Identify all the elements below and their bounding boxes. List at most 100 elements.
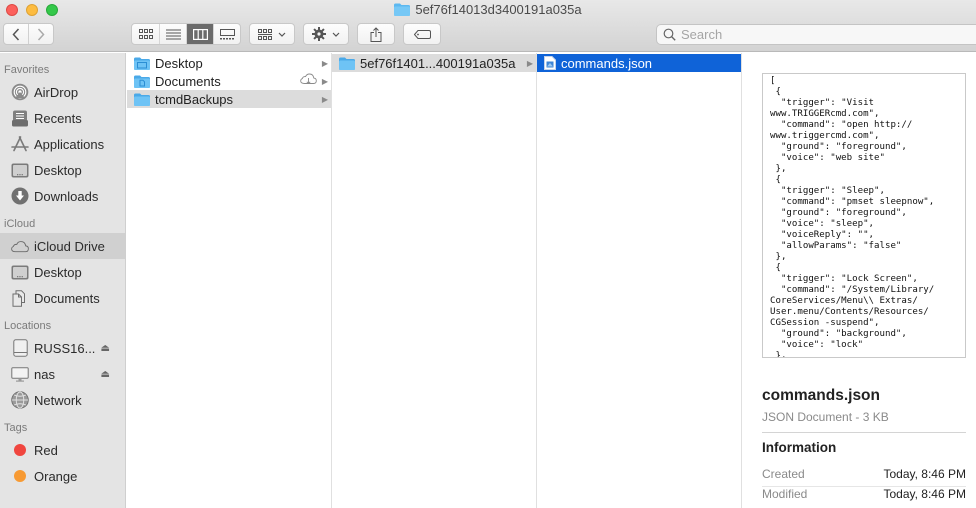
column-view-button[interactable] xyxy=(186,24,213,44)
monitor-icon xyxy=(11,366,29,382)
sidebar-item-tag-orange[interactable]: Orange xyxy=(0,463,125,489)
desktop-icon xyxy=(11,265,29,279)
disk-icon xyxy=(12,339,28,357)
recents-icon xyxy=(12,110,28,126)
eject-icon[interactable]: ⏏ xyxy=(101,343,110,354)
sidebar-item-icloud-drive[interactable]: iCloud Drive xyxy=(0,233,125,259)
browser-column-2: 5ef76f1401...400191a035a ▶ xyxy=(332,53,537,508)
chevron-left-icon xyxy=(12,27,20,41)
documents-folder-icon xyxy=(134,75,150,88)
disclosure-arrow-icon: ▶ xyxy=(321,58,328,68)
item-label: tcmdBackups xyxy=(155,91,234,107)
folder-icon xyxy=(394,3,411,16)
sidebar-item-desktop[interactable]: Desktop xyxy=(0,157,125,183)
information-heading: Information xyxy=(762,440,837,455)
share-icon xyxy=(370,26,382,42)
sidebar-section-icloud: iCloud xyxy=(4,218,36,230)
sidebar-item-recents[interactable]: Recents xyxy=(0,105,125,131)
info-key: Modified xyxy=(762,487,808,501)
column-item-commands-json[interactable]: commands.json xyxy=(537,54,741,72)
sidebar-item-label: AirDrop xyxy=(34,84,79,100)
documents-icon xyxy=(12,289,25,307)
sidebar-item-applications[interactable]: Applications xyxy=(0,131,125,157)
disclosure-arrow-icon: ▶ xyxy=(526,58,533,68)
item-label: Documents xyxy=(155,73,221,89)
cloud-icon xyxy=(11,240,29,252)
search-field[interactable] xyxy=(656,24,976,45)
group-by-button[interactable] xyxy=(249,23,295,45)
tag-icon xyxy=(413,29,431,39)
folder-icon xyxy=(339,57,355,70)
search-icon xyxy=(663,28,676,41)
sidebar-section-tags: Tags xyxy=(4,422,28,434)
preview-pane: [ { "trigger": "Visit www.TRIGGERcmd.com… xyxy=(742,53,976,508)
sidebar: Favorites AirDrop Recents Applications D… xyxy=(0,53,126,508)
file-preview-thumbnail[interactable]: [ { "trigger": "Visit www.TRIGGERcmd.com… xyxy=(762,73,966,358)
sidebar-item-label: iCloud Drive xyxy=(34,238,105,254)
window-title: 5ef76f14013d3400191a035a xyxy=(0,2,976,17)
disclosure-arrow-icon: ▶ xyxy=(321,94,328,104)
sidebar-item-downloads[interactable]: Downloads xyxy=(0,183,125,209)
chevron-down-icon xyxy=(332,32,340,37)
folder-icon xyxy=(134,93,150,106)
info-row-created: Created Today, 8:46 PM xyxy=(762,467,966,487)
sidebar-item-airdrop[interactable]: AirDrop xyxy=(0,79,125,105)
list-view-button[interactable] xyxy=(159,24,186,44)
browser-column-3: commands.json xyxy=(537,53,742,508)
forward-button[interactable] xyxy=(28,24,53,44)
column-item-documents[interactable]: Documents ▶ xyxy=(127,72,331,90)
info-value: Today, 8:46 PM xyxy=(883,487,967,501)
column-view-icon xyxy=(192,28,208,40)
item-label: commands.json xyxy=(561,55,653,71)
applications-icon xyxy=(11,136,29,152)
eject-icon[interactable]: ⏏ xyxy=(101,369,110,380)
browser-column-1: Desktop ▶ Documents ▶ tcmdBackups ▶ xyxy=(127,53,332,508)
icon-view-button[interactable] xyxy=(132,24,159,44)
sidebar-item-label: Desktop xyxy=(34,162,82,178)
sidebar-item-icloud-documents[interactable]: Documents xyxy=(0,285,125,311)
sidebar-item-label: Applications xyxy=(34,136,105,152)
preview-file-kind: JSON Document - 3 KB xyxy=(762,410,889,424)
downloads-icon xyxy=(11,187,29,205)
window-title-text: 5ef76f14013d3400191a035a xyxy=(415,2,582,17)
info-key: Created xyxy=(762,467,805,481)
item-label: Desktop xyxy=(155,55,203,71)
column-item-tcmdbackups[interactable]: tcmdBackups ▶ xyxy=(127,90,331,108)
json-file-icon xyxy=(544,56,556,70)
gallery-view-icon xyxy=(219,28,235,39)
sidebar-item-label: RUSS16... xyxy=(34,340,96,356)
sidebar-item-label: Desktop xyxy=(34,264,82,280)
item-label: 5ef76f1401...400191a035a xyxy=(360,55,516,71)
sidebar-item-russ16[interactable]: RUSS16... ⏏ xyxy=(0,335,125,361)
search-input[interactable] xyxy=(681,27,961,42)
column-item-backup-folder[interactable]: 5ef76f1401...400191a035a ▶ xyxy=(332,54,536,72)
info-row-modified: Modified Today, 8:46 PM xyxy=(762,487,966,507)
info-value: Today, 8:46 PM xyxy=(883,467,967,481)
sidebar-item-label: Downloads xyxy=(34,188,99,204)
sidebar-item-icloud-desktop[interactable]: Desktop xyxy=(0,259,125,285)
sidebar-item-label: Network xyxy=(34,392,82,408)
sidebar-item-label: Recents xyxy=(34,110,82,126)
view-mode-selector xyxy=(131,23,241,45)
gallery-view-button[interactable] xyxy=(213,24,240,44)
sidebar-item-network[interactable]: Network xyxy=(0,387,125,413)
action-button[interactable] xyxy=(303,23,349,45)
divider xyxy=(762,432,966,433)
list-view-icon xyxy=(165,29,181,39)
share-button[interactable] xyxy=(357,23,395,45)
desktop-folder-icon xyxy=(134,57,150,70)
tag-button[interactable] xyxy=(403,23,441,45)
chevron-right-icon xyxy=(37,27,45,41)
title-bar: 5ef76f14013d3400191a035a xyxy=(0,0,976,52)
sidebar-item-tag-red[interactable]: Red xyxy=(0,437,125,463)
sidebar-item-nas[interactable]: nas ⏏ xyxy=(0,361,125,387)
sidebar-item-label: Documents xyxy=(34,290,100,306)
navigation-buttons xyxy=(3,23,54,45)
red-tag-icon xyxy=(14,444,26,456)
column-item-desktop[interactable]: Desktop ▶ xyxy=(127,54,331,72)
desktop-icon xyxy=(11,163,29,177)
file-preview-content: [ { "trigger": "Visit www.TRIGGERcmd.com… xyxy=(770,76,935,358)
back-button[interactable] xyxy=(4,24,28,44)
cloud-download-icon[interactable] xyxy=(300,73,317,85)
sidebar-section-locations: Locations xyxy=(4,320,52,332)
